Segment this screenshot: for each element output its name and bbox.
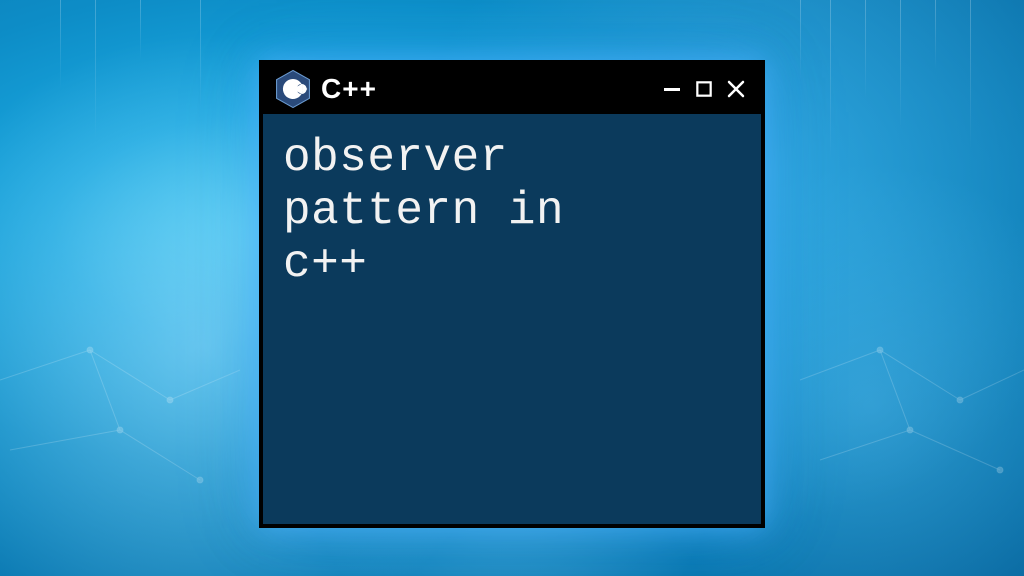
terminal-body: observer pattern in c++	[263, 114, 761, 309]
titlebar[interactable]: C++	[263, 64, 761, 114]
window-title: C++	[321, 73, 647, 105]
maximize-button[interactable]	[689, 74, 719, 104]
window-controls	[657, 74, 751, 104]
minimize-button[interactable]	[657, 74, 687, 104]
terminal-text: observer pattern in c++	[283, 132, 741, 291]
terminal-window: C++ observer pattern in c++	[259, 60, 765, 528]
cpp-logo-icon	[275, 69, 311, 109]
close-button[interactable]	[721, 74, 751, 104]
